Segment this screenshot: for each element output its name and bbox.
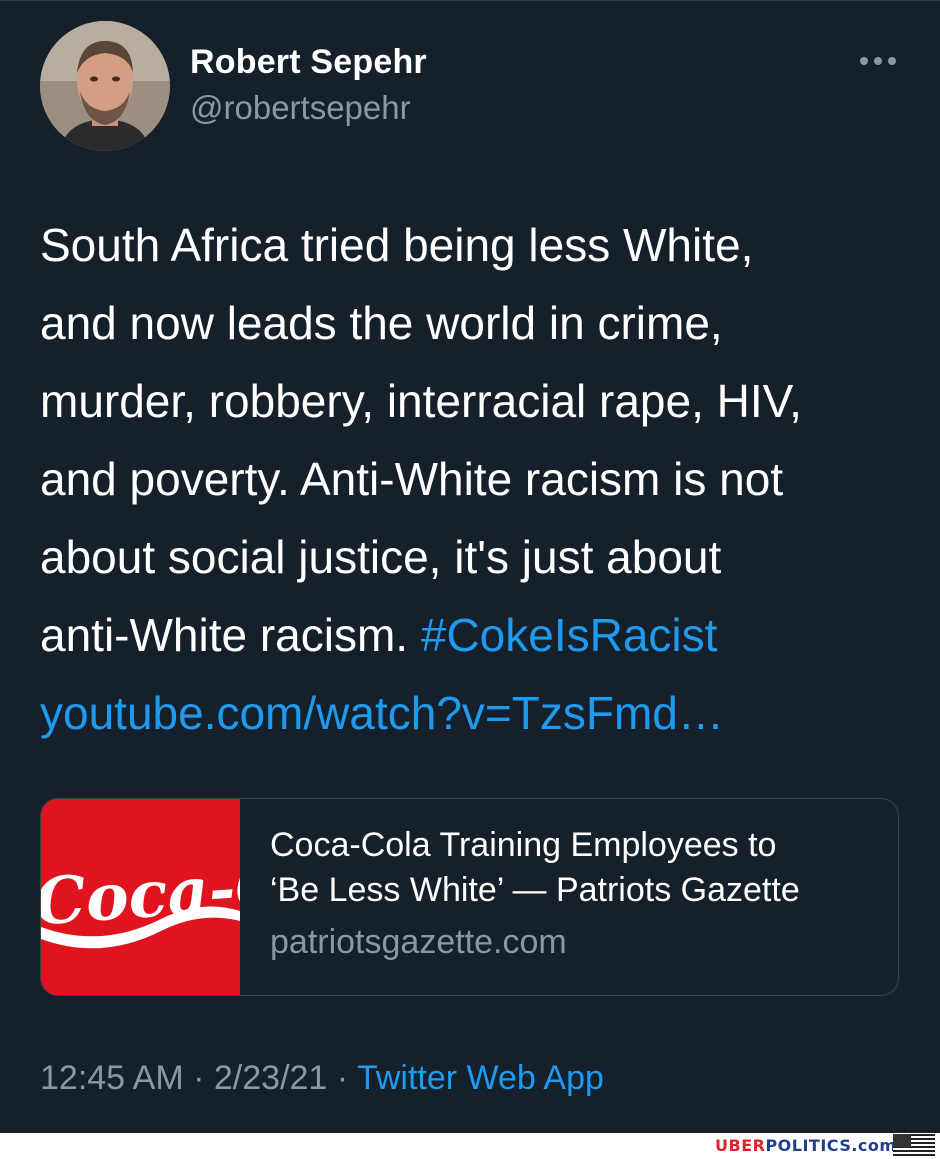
watermark-brand: UBERPOLITICS.com — [715, 1136, 897, 1155]
author-name[interactable]: Robert Sepehr — [190, 43, 427, 82]
more-options-icon[interactable] — [856, 51, 900, 73]
avatar[interactable] — [40, 21, 170, 151]
tweet-date[interactable]: 2/23/21 — [214, 1059, 327, 1097]
tweet-text-line: anti-White racism. — [40, 609, 421, 661]
card-title-line: Coca-Cola Training Employees to — [270, 826, 777, 864]
tweet-source-link[interactable]: Twitter Web App — [357, 1059, 604, 1097]
tweet-text-line: and poverty. Anti-White racism is not — [40, 453, 784, 505]
card-title: Coca-Cola Training Employees to ‘Be Less… — [270, 823, 890, 913]
tweet-text-line: South Africa tried being less White, — [40, 219, 754, 271]
tweet-time[interactable]: 12:45 AM — [40, 1059, 184, 1097]
avatar-image — [40, 21, 170, 151]
meta-separator: · — [193, 1059, 205, 1097]
brand-part: POLITICS.com — [765, 1136, 897, 1155]
url-link[interactable]: youtube.com/watch?v=TzsFmd… — [40, 674, 920, 752]
us-flag-icon — [893, 1134, 935, 1158]
card-thumbnail: Coca-Cola — [41, 799, 397, 995]
tweet-text-line: murder, robbery, interracial rape, HIV, — [40, 375, 802, 427]
tweet-text-line: and now leads the world in crime, — [40, 297, 723, 349]
card-title-line: ‘Be Less White’ — Patriots Gazette — [270, 871, 800, 909]
link-preview-card[interactable]: Coca-Cola Coca-Cola Training Employees t… — [40, 798, 899, 996]
hashtag-link[interactable]: #CokeIsRacist — [421, 609, 718, 661]
tweet-text-line-with-hashtag: anti-White racism. #CokeIsRacist — [40, 596, 920, 674]
coca-cola-logo: Coca-Cola — [41, 799, 397, 995]
tweet-meta: 12:45 AM · 2/23/21 · Twitter Web App — [40, 1059, 604, 1098]
meta-separator: · — [336, 1059, 349, 1097]
tweet-text: South Africa tried being less White, and… — [40, 206, 920, 752]
tweet-text-line: about social justice, it's just about — [40, 531, 722, 583]
tweet: Robert Sepehr @robertsepehr South Africa… — [0, 0, 940, 1133]
author-handle[interactable]: @robertsepehr — [190, 89, 411, 127]
brand-part: UBER — [715, 1136, 766, 1155]
card-domain: patriotsgazette.com — [270, 923, 567, 961]
